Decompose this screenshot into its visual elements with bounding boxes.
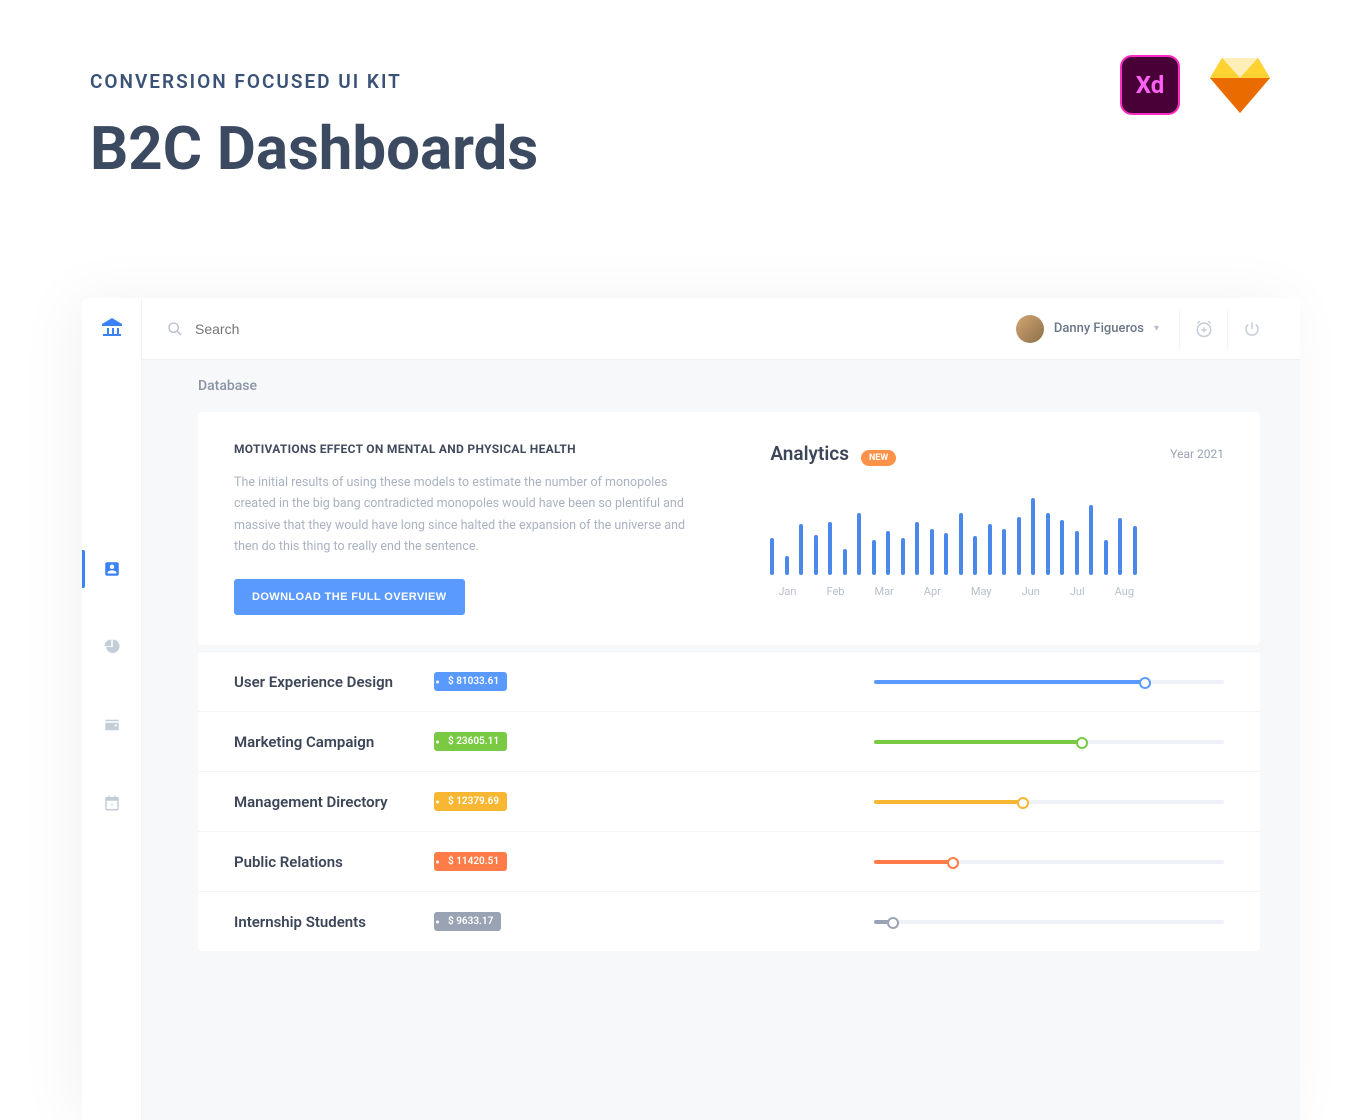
page-title: B2C Dashboards [90,113,1260,184]
chart-bar [1017,517,1021,575]
year-label: Year 2021 [1170,447,1224,461]
sidebar-item-contacts[interactable] [82,530,142,608]
chart-bar [1031,498,1035,575]
alarm-add-icon [1194,319,1214,339]
sketch-icon [1210,58,1270,113]
metric-row: Marketing Campaign $ 23605.11 [198,711,1260,771]
progress-fill [874,800,1025,804]
metric-row: Internship Students $ 9633.17 [198,891,1260,951]
sidebar-item-charts[interactable] [82,608,142,686]
power-icon [1243,320,1261,338]
amount-tag: $ 9633.17 [434,912,501,931]
metric-row: Management Directory $ 12379.69 [198,771,1260,831]
progress-track [874,920,1224,924]
progress-fill [874,860,955,864]
chart-bar [973,536,977,575]
chart-bar [843,549,847,575]
metric-label: Management Directory [234,793,434,811]
amount-tag: $ 81033.61 [434,672,507,691]
chart-bar [872,540,876,575]
chart-bar [770,538,774,575]
month-label: Jan [778,585,796,598]
metric-label: User Experience Design [234,673,434,691]
amount-tag: $ 23605.11 [434,732,507,751]
chart-bar [1060,520,1064,575]
chart-bar [1118,518,1122,575]
progress-fill [874,920,895,924]
chart-bar [1104,540,1108,575]
user-menu[interactable]: Danny Figueros ▾ [1016,315,1159,343]
analytics-months-axis: Jan Feb Mar Apr May Jun Jul Aug [770,585,1224,598]
search-icon [167,321,183,337]
month-label: May [971,585,992,598]
adobe-xd-icon: Xd [1120,55,1180,115]
wallet-icon [103,716,121,734]
chart-bar [944,533,948,575]
analytics-bar-chart [770,487,1224,575]
search-input[interactable] [195,321,376,337]
alarm-add-button[interactable] [1179,309,1227,349]
month-label: Jun [1022,585,1040,598]
chart-bar [901,538,905,575]
user-name: Danny Figueros [1054,321,1144,336]
month-label: Feb [826,585,844,598]
chart-bar [828,522,832,575]
chart-bar [1075,531,1079,575]
chart-bar [930,529,934,575]
page-subtitle: CONVERSION FOCUSED UI KIT [90,70,1260,93]
chart-bar [1046,513,1050,575]
month-label: Mar [874,585,893,598]
progress-fill [874,680,1147,684]
metric-label: Marketing Campaign [234,733,434,751]
progress-track [874,740,1224,744]
metric-label: Internship Students [234,913,434,931]
progress-track [874,800,1224,804]
chevron-down-icon: ▾ [1154,323,1159,334]
amount-tag: $ 12379.69 [434,792,507,811]
chart-bar [988,524,992,575]
chart-bar [857,513,861,575]
month-label: Jul [1070,585,1085,598]
chart-bar [959,513,963,575]
progress-track [874,860,1224,864]
chart-bar [886,531,890,575]
breadcrumb: Database [198,378,1260,394]
progress-fill [874,740,1084,744]
sidebar-item-wallet[interactable] [82,686,142,764]
chart-bar [814,535,818,575]
new-badge: NEW [861,450,896,466]
month-label: Aug [1115,585,1134,598]
avatar [1016,315,1044,343]
metric-label: Public Relations [234,853,434,871]
chart-bar [785,556,789,575]
pie-chart-icon [103,638,121,656]
metric-row: Public Relations $ 11420.51 [198,831,1260,891]
chart-bar [915,522,919,575]
panel-description: The initial results of using these model… [234,472,710,557]
calendar-icon [103,794,121,812]
analytics-title: Analytics [770,442,849,465]
progress-track [874,680,1224,684]
download-button[interactable]: DOWNLOAD THE FULL OVERVIEW [234,579,465,615]
chart-bar [1089,505,1093,575]
chart-bar [1133,526,1137,575]
panel-heading: MOTIVATIONS EFFECT ON MENTAL AND PHYSICA… [234,442,710,456]
chart-bar [799,524,803,575]
id-badge-icon [103,560,121,578]
bank-logo-icon [100,316,124,340]
metric-row: User Experience Design $ 81033.61 [198,651,1260,711]
power-button[interactable] [1227,309,1275,349]
chart-bar [1002,529,1006,575]
amount-tag: $ 11420.51 [434,852,507,871]
month-label: Apr [924,585,941,598]
sidebar-item-calendar[interactable] [82,764,142,842]
